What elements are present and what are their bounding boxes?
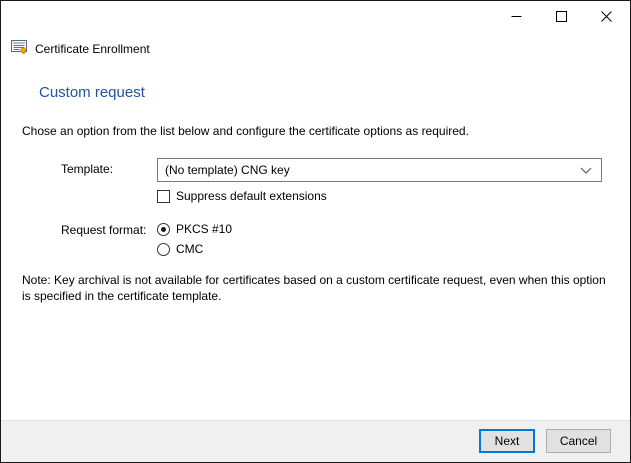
pkcs10-radio-label: PKCS #10 [176,222,233,236]
footer-bar [1,420,630,462]
request-format-option-pkcs10: PKCS #10 [157,222,232,236]
next-button[interactable]: Next [479,429,535,453]
page-title: Custom request [39,84,145,101]
suppress-extensions-checkbox[interactable] [157,189,170,203]
maximize-icon [556,10,567,22]
minimize-button[interactable] [494,1,539,31]
suppress-extensions-label: Suppress default extensions [176,189,327,203]
note-text: Note: Key archival is not available for … [22,273,606,303]
certificate-icon [11,39,28,58]
close-icon [601,10,612,22]
minimize-icon [511,11,522,22]
request-format-option-cmc: CMC [157,242,203,256]
chevron-down-icon [580,163,592,177]
cmc-radio-label: CMC [176,242,204,256]
app-title: Certificate Enrollment [35,41,150,56]
request-format-label: Request format: [61,223,147,237]
template-label: Template: [61,162,114,176]
template-dropdown-value: (No template) CNG key [165,163,290,177]
app-header: Certificate Enrollment [11,39,150,58]
cmc-radio[interactable] [157,242,170,256]
maximize-button[interactable] [539,1,584,31]
certificate-enrollment-window: Certificate Enrollment Custom request Ch… [0,0,631,463]
template-dropdown[interactable]: (No template) CNG key [157,158,602,182]
instruction-text: Chose an option from the list below and … [22,124,469,138]
close-button[interactable] [584,1,629,31]
window-controls [494,1,629,31]
suppress-extensions-row: Suppress default extensions [157,189,327,203]
pkcs10-radio[interactable] [157,222,170,236]
cancel-button[interactable]: Cancel [546,429,611,453]
